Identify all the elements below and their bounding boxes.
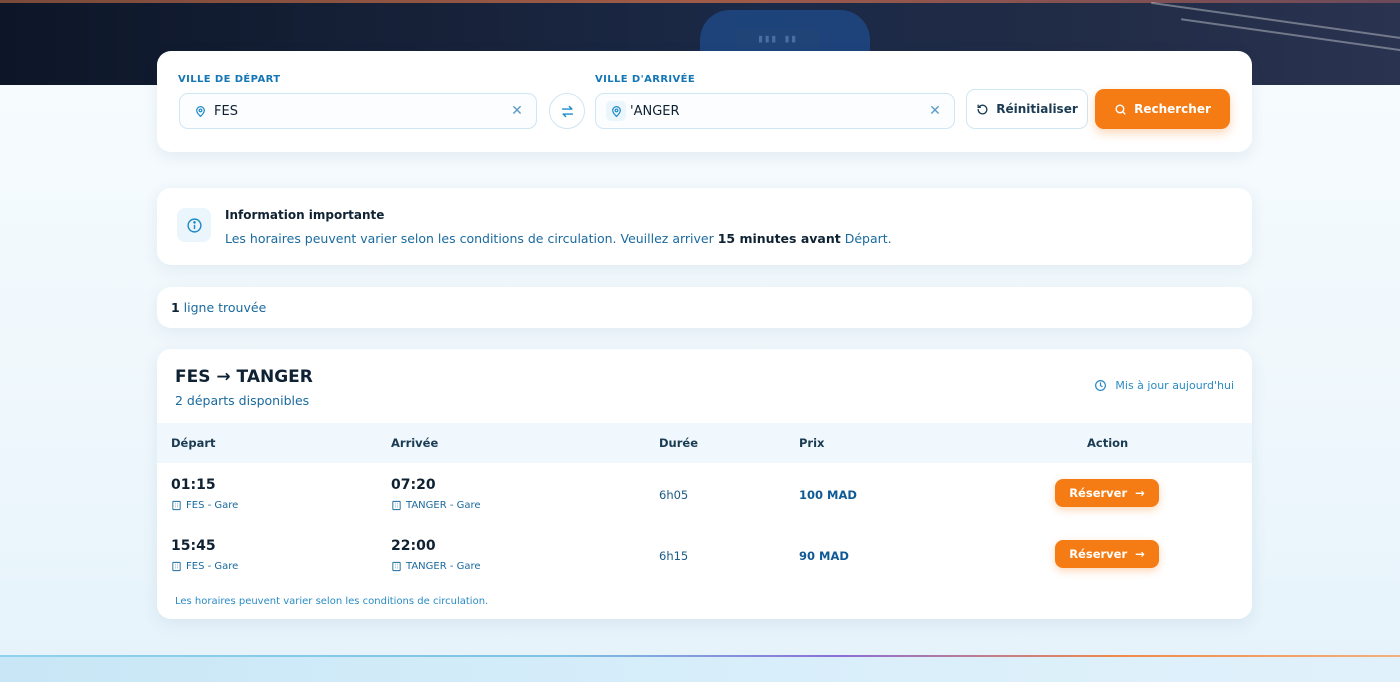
arrow-right-icon: → xyxy=(1135,547,1145,561)
arrival-time: 07:20 xyxy=(391,477,436,493)
departure-input[interactable]: FES ✕ xyxy=(179,93,537,129)
info-title: Information importante xyxy=(225,208,385,222)
map-pin-icon xyxy=(606,101,626,121)
route-title: FES → TANGER xyxy=(175,367,313,387)
refresh-icon xyxy=(976,103,989,116)
swap-cities-button[interactable] xyxy=(549,93,585,129)
info-card: Information importante Les horaires peuv… xyxy=(157,188,1252,265)
building-icon xyxy=(391,500,406,511)
departure-time: 01:15 xyxy=(171,477,216,493)
arrival-value: 'ANGER xyxy=(630,103,680,119)
col-header-action: Action xyxy=(1087,436,1129,450)
reset-button[interactable]: Réinitialiser xyxy=(966,89,1088,129)
price: 100 MAD xyxy=(799,488,857,502)
arrival-station: TANGER - Gare xyxy=(391,561,481,572)
duration: 6h15 xyxy=(659,549,689,563)
arrow-right-icon: → xyxy=(1135,486,1145,500)
schedule-note: Les horaires peuvent varier selon les co… xyxy=(175,596,489,607)
info-text: Les horaires peuvent varier selon les co… xyxy=(225,231,892,246)
table-row: 15:45 FES - Gare 22:00 TANGER - Gare 6h1… xyxy=(157,528,1252,590)
book-button[interactable]: Réserver → xyxy=(1055,540,1159,568)
route-subtitle: 2 départs disponibles xyxy=(175,393,310,408)
duration: 6h05 xyxy=(659,488,689,502)
col-header-departure: Départ xyxy=(171,436,216,450)
search-icon xyxy=(1114,103,1127,116)
departure-value: FES xyxy=(214,103,238,119)
col-header-duration: Durée xyxy=(659,436,699,450)
arrival-station: TANGER - Gare xyxy=(391,500,481,511)
footer-band xyxy=(0,655,1400,682)
close-icon[interactable]: ✕ xyxy=(924,100,946,122)
swap-arrows-icon xyxy=(560,104,575,119)
col-header-arrival: Arrivée xyxy=(391,436,439,450)
close-icon[interactable]: ✕ xyxy=(506,100,528,122)
map-pin-icon xyxy=(190,101,210,121)
arrival-time: 22:00 xyxy=(391,538,436,554)
book-button[interactable]: Réserver → xyxy=(1055,479,1159,507)
arrival-label: VILLE D'ARRIVÉE xyxy=(595,74,696,85)
arrival-input[interactable]: 'ANGER ✕ xyxy=(595,93,955,129)
col-header-price: Prix xyxy=(799,436,825,450)
bus-plate-image: ▮▮▮ ▮▮ xyxy=(735,30,819,48)
table-row: 01:15 FES - Gare 07:20 TANGER - Gare 6h0… xyxy=(157,467,1252,529)
table-header: Départ Arrivée Durée Prix Action xyxy=(157,423,1252,463)
search-card: VILLE DE DÉPART FES ✕ VILLE D'ARRIVÉE 'A… xyxy=(157,51,1252,152)
building-icon xyxy=(171,500,186,511)
building-icon xyxy=(171,561,186,572)
departure-station: FES - Gare xyxy=(171,561,238,572)
results-count-card: 1 ligne trouvée xyxy=(157,287,1252,328)
price: 90 MAD xyxy=(799,549,849,563)
search-label: Rechercher xyxy=(1134,102,1211,116)
route-card: FES → TANGER 2 départs disponibles Mis à… xyxy=(157,349,1252,619)
building-icon xyxy=(391,561,406,572)
updated-status: Mis à jour aujourd'hui xyxy=(1094,379,1234,392)
clock-icon xyxy=(1094,379,1115,392)
reset-label: Réinitialiser xyxy=(996,102,1078,116)
departure-time: 15:45 xyxy=(171,538,216,554)
search-button[interactable]: Rechercher xyxy=(1095,89,1230,129)
departure-station: FES - Gare xyxy=(171,500,238,511)
departure-label: VILLE DE DÉPART xyxy=(178,74,281,85)
info-icon xyxy=(177,208,211,242)
results-count: 1 ligne trouvée xyxy=(171,300,267,315)
